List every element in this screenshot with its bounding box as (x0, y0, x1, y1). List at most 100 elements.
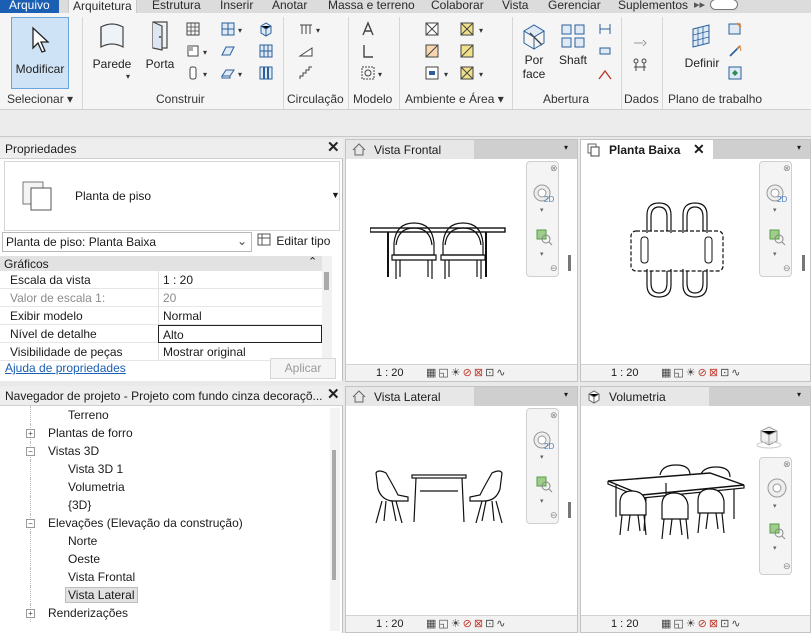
view-menu-icon[interactable]: ▾ (797, 390, 801, 399)
steering-wheel-icon[interactable] (765, 476, 789, 500)
parede-button[interactable]: Parede (90, 19, 134, 71)
floor-icon[interactable] (220, 65, 236, 81)
type-selector[interactable]: Planta de piso ▼ (4, 161, 340, 231)
view-control-icons[interactable]: ▦◱☀⊘⊠⊡∿ (426, 617, 508, 630)
vertical-opening-icon[interactable] (597, 43, 613, 59)
window-dropdown-icon[interactable]: ▾ (238, 26, 242, 35)
scrollbar-thumb[interactable] (324, 272, 329, 290)
tab-estrutura[interactable]: Estrutura (148, 0, 205, 13)
parede-dropdown-icon[interactable]: ▾ (126, 72, 130, 81)
minimize-icon[interactable]: ⊖ (783, 561, 791, 572)
ramp-icon[interactable] (298, 43, 314, 59)
area-boundary-icon[interactable] (459, 43, 475, 59)
steering-wheel-2d-icon[interactable]: 2D (532, 430, 556, 452)
view-scale[interactable]: 1 : 20 (376, 618, 404, 630)
curtain-grid-icon[interactable] (258, 43, 274, 59)
model-text-icon[interactable] (360, 21, 376, 37)
floor-dropdown-icon[interactable]: ▾ (238, 70, 242, 79)
zoom-region-icon[interactable] (535, 228, 553, 246)
ref-plane-icon[interactable] (727, 43, 743, 59)
model-line-icon[interactable] (360, 43, 376, 59)
expand-icon[interactable]: + (26, 429, 35, 438)
panel-ambiente-area[interactable]: Ambiente e Área ▾ (405, 92, 504, 106)
ribbon-toggle-icon[interactable] (710, 0, 738, 10)
browser-node[interactable]: Terreno (68, 408, 109, 422)
view-menu-icon[interactable]: ▾ (564, 390, 568, 399)
property-value[interactable]: 1 : 20 (158, 271, 322, 289)
view-vista-lateral[interactable]: Vista Lateral ▾ ⊗ 2D ▾ ▾ ⊖ 1 : 20 ▦◱☀⊘⊠⊡… (345, 386, 578, 633)
chevron-down-icon[interactable]: ▾ (540, 250, 544, 258)
view-tab-active[interactable]: Planta Baixa ✕ (581, 140, 713, 159)
instance-selector[interactable]: Planta de piso: Planta Baixa ⌄ (2, 232, 252, 252)
chevron-down-icon[interactable]: ⌄ (237, 234, 247, 248)
column-icon[interactable] (185, 43, 201, 59)
grid-component-icon[interactable] (185, 21, 201, 37)
room-separator-icon[interactable] (424, 43, 440, 59)
navigation-bar[interactable]: ⊗ 2D ▾ ▾ ⊖ (526, 408, 559, 524)
zoom-region-icon[interactable] (768, 522, 786, 540)
close-icon[interactable]: ⊗ (783, 459, 791, 470)
close-icon[interactable]: ✕ (327, 387, 340, 402)
shaft-button[interactable]: Shaft (555, 21, 591, 67)
expand-icon[interactable]: + (26, 609, 35, 618)
properties-help-link[interactable]: Ajuda de propriedades (5, 361, 126, 375)
view-control-icons[interactable]: ▦◱☀⊘⊠⊡∿ (661, 617, 743, 630)
tab-inserir[interactable]: Inserir (216, 0, 257, 13)
view-volumetria[interactable]: Volumetria ▾ ⊗ ▾ ▾ ⊖ 1 : 20 ▦◱☀⊘⊠⊡∿ (580, 386, 811, 633)
model-group-icon[interactable] (360, 65, 376, 81)
close-icon[interactable]: ⊗ (550, 410, 558, 421)
browser-node[interactable]: Plantas de forro (48, 426, 133, 440)
browser-node[interactable]: Vistas 3D (48, 444, 99, 458)
porta-button[interactable]: Porta (140, 19, 180, 71)
room-tag-dropdown-icon[interactable]: ▾ (444, 70, 448, 79)
component-3d-icon[interactable] (258, 21, 274, 37)
area-tag-icon[interactable] (459, 65, 475, 81)
chevron-down-icon[interactable]: ▾ (773, 544, 777, 552)
view-menu-icon[interactable]: ▾ (797, 143, 801, 152)
close-icon[interactable]: ✕ (693, 141, 705, 158)
model-group-dropdown-icon[interactable]: ▾ (378, 70, 382, 79)
view-control-icons[interactable]: ▦◱☀⊘⊠⊡∿ (426, 366, 508, 379)
properties-scrollbar[interactable] (322, 256, 332, 360)
view-tab[interactable]: Vista Lateral (346, 387, 474, 406)
roof-icon[interactable] (220, 43, 236, 59)
more-tabs-icon[interactable]: ▸▸ (694, 0, 705, 11)
close-icon[interactable]: ⊗ (783, 163, 791, 174)
railing-dropdown-icon[interactable]: ▾ (316, 26, 320, 35)
zoom-region-icon[interactable] (535, 475, 553, 493)
collapse-icon[interactable]: − (26, 447, 35, 456)
stair-icon[interactable] (298, 65, 314, 81)
close-icon[interactable]: ⊗ (550, 163, 558, 174)
room-tag-icon[interactable] (424, 65, 440, 81)
tab-colaborar[interactable]: Colaborar (427, 0, 488, 13)
tab-gerenciar[interactable]: Gerenciar (544, 0, 605, 13)
browser-node[interactable]: Volumetria (68, 480, 125, 494)
browser-node[interactable]: {3D} (68, 498, 91, 512)
browser-node[interactable]: Vista Frontal (68, 570, 135, 584)
grid-icon[interactable] (632, 57, 648, 73)
browser-node[interactable]: Norte (68, 534, 97, 548)
navigation-bar[interactable]: ⊗ ▾ ▾ ⊖ (759, 457, 792, 575)
navigation-bar[interactable]: ⊗ 2D ▾ ▾ ⊖ (759, 161, 792, 277)
view-planta-baixa[interactable]: Planta Baixa ✕ ▾ ⊗ 2D ▾ ▾ ⊖ 1 : 20 ▦◱☀⊘⊠… (580, 139, 811, 382)
area-icon[interactable] (459, 21, 475, 37)
property-value[interactable]: Alto (158, 325, 322, 343)
view-vista-frontal[interactable]: Vista Frontal ▾ ⊗ 2D ▾ ▾ ⊖ 1 : 20 ▦◱☀⊘⊠⊡… (345, 139, 578, 382)
tab-massa-terreno[interactable]: Massa e terreno (324, 0, 419, 13)
chevron-down-icon[interactable]: ▾ (773, 250, 777, 258)
view-scrollbar[interactable] (802, 255, 805, 271)
section-graficos[interactable]: Gráficos ⌃ (0, 256, 322, 271)
edit-type-button[interactable]: Editar tipo (257, 233, 330, 248)
chevron-down-icon[interactable]: ▾ (540, 497, 544, 505)
curtain-icon[interactable] (185, 65, 201, 81)
railing-icon[interactable] (298, 21, 314, 37)
curtain-dropdown-icon[interactable]: ▾ (203, 70, 207, 79)
browser-node[interactable]: Renderizações (48, 606, 128, 620)
show-work-plane-icon[interactable] (727, 21, 743, 37)
por-face-button[interactable]: Por face (517, 21, 551, 81)
chevron-down-icon[interactable]: ▾ (773, 206, 777, 214)
chevron-down-icon[interactable]: ▾ (540, 453, 544, 461)
definir-button[interactable]: Definir (682, 21, 722, 70)
view-menu-icon[interactable]: ▾ (564, 143, 568, 152)
browser-node[interactable]: Oeste (68, 552, 100, 566)
